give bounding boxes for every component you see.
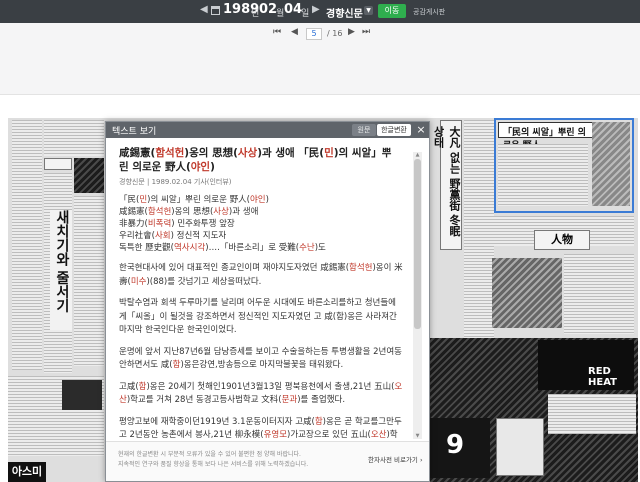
month-value[interactable]: 02 — [259, 2, 277, 17]
article-title: 咸錫憲(함석헌)옹의 思想(사상)과 생애 「民(민)의 씨알」뿌린 의로운 野… — [119, 147, 392, 173]
newspaper-box — [44, 158, 72, 170]
page-number-input[interactable]: 5 — [306, 28, 322, 40]
newspaper-photo — [74, 158, 104, 193]
last-page-icon[interactable]: ⏭ — [362, 27, 370, 37]
article-subhead: 咸錫憲(함석헌)옹의 思想(사상)과 생애 — [119, 207, 259, 217]
article-paragraph: 박탈수염과 회색 두루마기를 날리며 어두운 시대에도 바른소리를하고 청년들에… — [119, 298, 397, 335]
modal-title: 텍스트 보기 — [112, 127, 157, 137]
vertical-headline-left: 새치기와 줄서기 — [50, 210, 72, 330]
original-text-button[interactable]: 원문 — [352, 124, 376, 136]
article-paragraph: 고咸(함)옹은 20세기 첫해인1901년3월13일 평북용천에서 출생,21년… — [119, 381, 403, 406]
newspaper-column — [498, 144, 588, 206]
scroll-thumb[interactable] — [414, 159, 421, 329]
hanja-dictionary-link[interactable]: 한자사전 비로가기 › — [368, 454, 423, 464]
go-button[interactable]: 이동 — [378, 4, 406, 18]
text-view-modal: 텍스트 보기 원문 한글변환 × 咸錫憲(함석헌)옹의 思想(사상)과 생애 「… — [105, 121, 430, 482]
scroll-down-icon[interactable]: ▼ — [413, 433, 422, 439]
notice-board-link[interactable]: 공감게시판 — [413, 7, 445, 17]
footer-note: 현재의 한글변환 시 부분적 오류가 있을 수 있어 불편한 점 양해 바랍니다… — [118, 451, 301, 458]
article-subhead: 우리社會(사회) 정신적 지도자 — [119, 231, 227, 241]
article-subhead: 독특한 歷史觀(역사시각)‥‥「바른소리」로 受難(수난)도 — [119, 243, 326, 253]
article-paragraph: 운명에 앞서 지난87년6월 담낭증세를 보이고 수술을하는등 투병생활을 2년… — [119, 346, 402, 371]
day-value[interactable]: 04 — [284, 2, 302, 17]
newspaper-photo — [492, 258, 562, 328]
next-page-icon[interactable]: ▶ — [348, 27, 355, 37]
footer-note: 지속적인 연구와 품질 향상을 통해 보다 나은 서비스를 위해 노력하겠습니다… — [118, 461, 309, 468]
modal-header: 텍스트 보기 원문 한글변환 × — [106, 122, 429, 138]
close-icon[interactable]: × — [415, 124, 427, 136]
article-portrait-photo — [592, 122, 630, 206]
article-headline: 「民의 씨알」뿌린 의로운 野人 — [498, 122, 594, 151]
newspaper-column — [12, 120, 42, 370]
day-unit: 일 — [301, 9, 310, 19]
hangul-convert-button[interactable]: 한글변환 — [377, 124, 411, 136]
newspaper-box: 人物 — [534, 230, 590, 250]
newspaper-column — [464, 120, 494, 350]
article-subhead: 「民(민)의 씨알」뿌린 의로운 野人(야인) — [119, 195, 269, 205]
newspaper-ad — [62, 380, 102, 410]
newspaper-column — [74, 196, 104, 366]
prev-date-arrow-icon[interactable]: ◀ — [200, 4, 208, 15]
modal-footer: 현재의 한글변환 시 부분적 오류가 있을 수 있어 불편한 점 양해 바랍니다… — [106, 441, 429, 481]
page-navigation-bar: ⏮ ◀ 5 / 16 ▶ ⏭ — [0, 23, 640, 95]
article-paragraph: 평양고보에 재학중이던1919년 3.1운동이터지자 고咸(함)옹은 곧 학교를… — [119, 416, 402, 441]
newspaper-column — [44, 120, 104, 156]
vertical-headline-right: 大凡 없는 野黨街 冬眠상태 — [432, 126, 461, 237]
next-date-arrow-icon[interactable]: ▶ — [312, 4, 320, 15]
newspaper-ad-logo: 아스미 — [8, 462, 46, 482]
article-paragraph: 한국현대사에 있어 대표적인 종교인이며 재야지도자였던 咸錫憲(함석헌)옹이 … — [119, 263, 403, 287]
first-page-icon[interactable]: ⏮ — [273, 27, 281, 37]
newspaper-column — [564, 254, 634, 334]
date-navigation-bar: ◀ 1989 년 02 월 04 일 ▶ 경향신문 ▼ 이동 공감게시판 — [0, 0, 640, 23]
newspaper-ad — [496, 418, 544, 476]
ad-number: 9 — [446, 430, 465, 460]
ad-headline: 人物 — [551, 233, 573, 246]
modal-scrollbar[interactable]: ▲ ▼ — [413, 152, 422, 439]
prev-page-icon[interactable]: ◀ — [291, 27, 298, 37]
page-total: / 16 — [327, 29, 343, 38]
newspaper-select[interactable]: 경향신문 — [326, 5, 363, 20]
chevron-down-icon[interactable]: ▼ — [364, 6, 373, 15]
article-text-area[interactable]: 咸錫憲(함석헌)옹의 思想(사상)과 생애 「民(민)의 씨알」뿌린 의로운 野… — [106, 138, 429, 441]
newspaper-column — [548, 394, 636, 434]
article-meta: 경향신문 | 1989.02.04 기사(인터뷰) — [119, 178, 232, 186]
film-ad-title: RED HEAT — [588, 366, 617, 388]
calendar-icon[interactable] — [211, 6, 220, 15]
scroll-up-icon[interactable]: ▲ — [413, 152, 422, 158]
article-subhead: 非暴力(비폭력) 민주화투쟁 앞장 — [119, 219, 235, 229]
